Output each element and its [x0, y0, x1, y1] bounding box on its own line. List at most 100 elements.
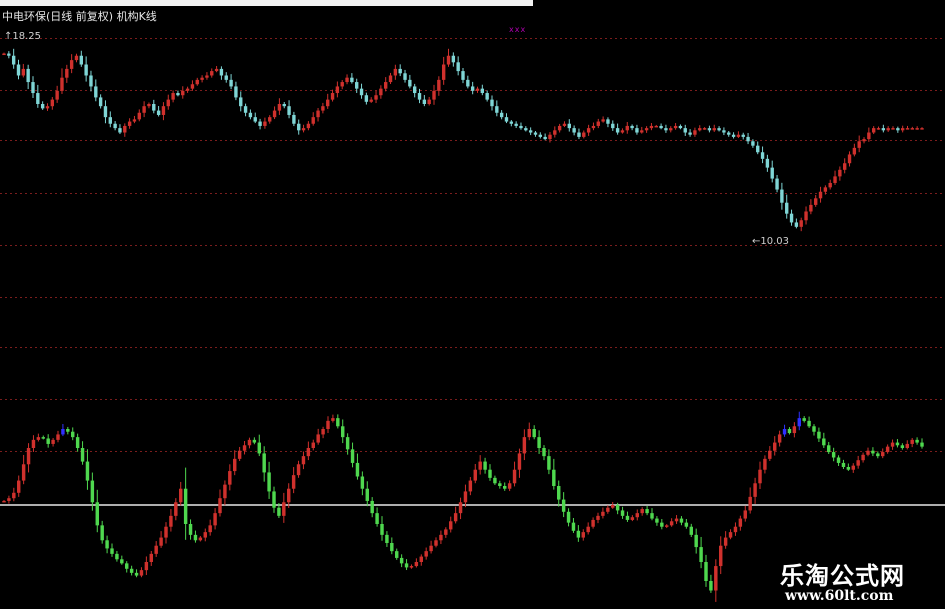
- osc-candle-body-37: [183, 488, 188, 524]
- price-candle-body-92: [446, 55, 451, 65]
- price-candle-body-139: [673, 125, 678, 129]
- price-candle-body-148: [717, 128, 721, 131]
- osc-candle-body-69: [341, 426, 345, 438]
- price-candle-body-29: [142, 106, 146, 113]
- osc-candle-body-137: [674, 518, 679, 522]
- price-candle-body-161: [780, 189, 784, 203]
- osc-candle-body-108: [532, 429, 536, 438]
- price-candle-body-105: [509, 121, 514, 124]
- price-candle-body-185: [896, 128, 900, 131]
- osc-candle-body-14: [71, 431, 75, 438]
- price-candle-body-145: [702, 128, 707, 130]
- price-candle-body-6: [31, 82, 35, 94]
- grid-lines: [0, 38, 945, 452]
- price-candle-body-174: [843, 163, 847, 170]
- price-candle-body-167: [809, 204, 813, 212]
- osc-candle-body-55: [272, 491, 276, 508]
- price-candle-body-16: [79, 55, 83, 65]
- window-top-bar: [0, 0, 533, 6]
- price-candle-body-135: [654, 125, 658, 128]
- price-candle-body-150: [727, 132, 731, 135]
- price-candle-body-2: [11, 55, 16, 65]
- osc-candle-body-4: [21, 464, 26, 481]
- price-candle-body-55: [268, 117, 272, 122]
- price-candle-body-126: [611, 123, 615, 129]
- price-candle-body-81: [393, 68, 398, 76]
- osc-candle-body-22: [110, 548, 114, 554]
- osc-candle-body-146: [719, 545, 723, 567]
- price-candle-body-164: [794, 222, 799, 227]
- price-candle-body-58: [282, 104, 286, 107]
- price-candle-body-181: [876, 128, 881, 130]
- osc-candle-body-8: [41, 437, 45, 439]
- price-candle-body-130: [630, 125, 634, 129]
- price-candle-body-19: [94, 86, 98, 98]
- price-candle-body-20: [98, 97, 103, 107]
- osc-candle-body-35: [174, 502, 178, 516]
- osc-candle-body-33: [164, 526, 168, 538]
- price-candle-body-187: [905, 128, 910, 130]
- price-candle-body-165: [799, 220, 803, 227]
- osc-candle-body-112: [552, 469, 556, 486]
- osc-candle-body-128: [630, 517, 635, 520]
- price-candle-body-134: [649, 125, 654, 129]
- chart-title: 中电环保(日线 前复权) 机构K线: [2, 10, 157, 23]
- price-candle-body-66: [321, 106, 325, 111]
- price-candle-body-177: [857, 141, 861, 148]
- osc-candle-body-65: [321, 429, 325, 435]
- osc-candle-body-152: [748, 496, 752, 511]
- price-candle-body-59: [287, 106, 291, 115]
- price-candle-body-100: [485, 93, 489, 100]
- osc-candle-body-70: [345, 437, 350, 450]
- osc-candle-body-100: [493, 477, 497, 484]
- osc-candle-body-57: [282, 502, 286, 516]
- price-candle-body-30: [147, 104, 151, 107]
- osc-candle-body-140: [689, 526, 693, 535]
- price-candle-body-45: [219, 68, 224, 76]
- price-candle-body-91: [441, 64, 446, 80]
- price-candle-body-125: [606, 119, 610, 124]
- price-candle-body-143: [693, 130, 697, 135]
- price-candle-body-86: [417, 93, 422, 100]
- price-candle-body-24: [118, 128, 122, 133]
- price-candle-body-84: [408, 79, 412, 87]
- osc-candle-body-155: [763, 458, 767, 470]
- price-candle-body-23: [113, 123, 117, 129]
- price-candle-body-7: [36, 93, 40, 104]
- osc-candle-body-178: [876, 453, 880, 457]
- price-candle-body-72: [350, 77, 354, 83]
- osc-candle-body-91: [449, 521, 453, 530]
- osc-candle-body-154: [758, 469, 762, 484]
- osc-candle-body-78: [385, 534, 389, 543]
- osc-candle-body-95: [468, 480, 473, 492]
- price-candle-body-40: [195, 79, 199, 85]
- price-candle-body-15: [74, 55, 79, 61]
- price-candle-body-48: [234, 86, 238, 98]
- price-candle-body-178: [862, 139, 866, 142]
- price-candle-body-27: [132, 119, 137, 122]
- price-candle-body-73: [355, 82, 359, 89]
- osc-candle-body-24: [120, 559, 124, 564]
- price-candle-body-32: [156, 110, 161, 115]
- osc-candle-body-168: [827, 445, 831, 453]
- osc-candle-body-61: [301, 456, 306, 465]
- osc-candle-body-119: [586, 526, 590, 533]
- price-candle-body-117: [567, 123, 571, 129]
- price-candle-body-38: [185, 88, 190, 91]
- price-candle-body-68: [330, 93, 335, 100]
- osc-candle-body-187: [920, 442, 924, 447]
- price-candles: [2, 48, 924, 232]
- osc-candle-body-88: [434, 540, 438, 546]
- osc-candle-body-6: [31, 439, 36, 448]
- osc-candle-body-7: [36, 437, 41, 440]
- osc-candle-body-162: [797, 418, 801, 427]
- osc-candle-body-127: [625, 515, 630, 520]
- osc-candle-body-52: [257, 442, 261, 454]
- osc-candle-body-185: [910, 439, 914, 444]
- osc-candle-body-80: [395, 551, 399, 558]
- price-candle-body-93: [451, 55, 456, 63]
- osc-candle-body-79: [390, 543, 394, 552]
- osc-candle-body-106: [522, 437, 527, 454]
- price-candle-body-162: [785, 202, 789, 214]
- osc-candle-body-123: [606, 507, 610, 512]
